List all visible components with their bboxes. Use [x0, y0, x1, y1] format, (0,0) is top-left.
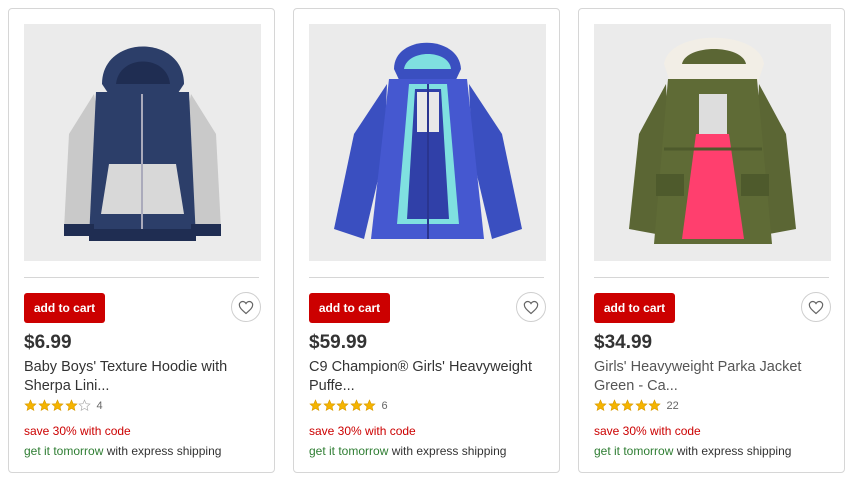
product-image-hoodie[interactable] — [24, 24, 261, 261]
star-filled-icon — [309, 399, 322, 412]
star-rating — [309, 399, 377, 412]
rating[interactable]: 6 — [309, 399, 388, 412]
product-image-jacket[interactable] — [309, 24, 546, 261]
star-filled-icon — [363, 399, 376, 412]
add-to-cart-button[interactable]: add to cart — [309, 293, 390, 323]
shipping-info: get it tomorrow with express shipping — [24, 444, 221, 458]
ship-highlight: get it tomorrow — [309, 444, 389, 458]
star-filled-icon — [64, 399, 78, 412]
star-filled-icon — [322, 399, 336, 412]
review-count: 4 — [96, 399, 103, 412]
heart-icon — [238, 300, 254, 314]
star-empty-icon — [78, 399, 91, 412]
favorite-button[interactable] — [516, 292, 546, 322]
product-card: add to cart $34.99 Girls' Heavyweight Pa… — [578, 8, 845, 473]
star-filled-icon — [634, 399, 648, 412]
heart-icon — [523, 300, 539, 314]
ship-highlight: get it tomorrow — [24, 444, 104, 458]
product-card: add to cart $6.99 Baby Boys' Texture Hoo… — [8, 8, 275, 473]
add-to-cart-button[interactable]: add to cart — [594, 293, 675, 323]
divider — [309, 277, 544, 278]
rating[interactable]: 22 — [594, 399, 679, 412]
favorite-button[interactable] — [231, 292, 261, 322]
hoodie-illustration — [24, 24, 261, 261]
promo-text: save 30% with code — [309, 424, 416, 438]
product-title-line[interactable]: Puffe... — [309, 377, 544, 396]
divider — [594, 277, 829, 278]
product-title-link[interactable]: Girls' Heavyweight Parka Jacket Green - … — [594, 358, 829, 396]
star-filled-icon — [594, 399, 607, 412]
product-price: $6.99 — [24, 332, 72, 353]
product-image-parka[interactable] — [594, 24, 831, 261]
star-rating — [24, 399, 92, 412]
review-count: 22 — [666, 399, 679, 412]
product-title-link[interactable]: C9 Champion® Girls' Heavyweight Puffe... — [309, 358, 544, 396]
divider — [24, 277, 259, 278]
star-filled-icon — [621, 399, 634, 412]
product-title-link[interactable]: Baby Boys' Texture Hoodie with Sherpa Li… — [24, 358, 259, 396]
rating[interactable]: 4 — [24, 399, 103, 412]
promo-text: save 30% with code — [594, 424, 701, 438]
product-title-line[interactable]: Sherpa Lini... — [24, 377, 259, 396]
add-to-cart-button[interactable]: add to cart — [24, 293, 105, 323]
shipping-info: get it tomorrow with express shipping — [594, 444, 791, 458]
star-filled-icon — [336, 399, 349, 412]
star-filled-icon — [24, 399, 37, 412]
review-count: 6 — [381, 399, 388, 412]
promo-text: save 30% with code — [24, 424, 131, 438]
star-filled-icon — [648, 399, 661, 412]
shipping-info: get it tomorrow with express shipping — [309, 444, 506, 458]
star-filled-icon — [607, 399, 621, 412]
ship-rest: with express shipping — [388, 444, 507, 458]
star-filled-icon — [349, 399, 363, 412]
product-price: $34.99 — [594, 332, 653, 353]
ship-rest: with express shipping — [103, 444, 222, 458]
product-card: add to cart $59.99 C9 Champion® Girls' H… — [293, 8, 560, 473]
star-rating — [594, 399, 662, 412]
heart-icon — [808, 300, 824, 314]
product-grid: add to cart $6.99 Baby Boys' Texture Hoo… — [0, 0, 855, 482]
jacket-illustration — [309, 24, 546, 261]
ship-rest: with express shipping — [673, 444, 792, 458]
product-price: $59.99 — [309, 332, 368, 353]
product-title-line[interactable]: C9 Champion® Girls' Heavyweight — [309, 358, 544, 377]
star-filled-icon — [51, 399, 64, 412]
product-title-line[interactable]: Baby Boys' Texture Hoodie with — [24, 358, 259, 377]
product-title-line[interactable]: Girls' Heavyweight Parka Jacket — [594, 358, 829, 377]
star-filled-icon — [37, 399, 51, 412]
parka-illustration — [594, 24, 831, 261]
ship-highlight: get it tomorrow — [594, 444, 674, 458]
favorite-button[interactable] — [801, 292, 831, 322]
product-title-line[interactable]: Green - Ca... — [594, 377, 829, 396]
